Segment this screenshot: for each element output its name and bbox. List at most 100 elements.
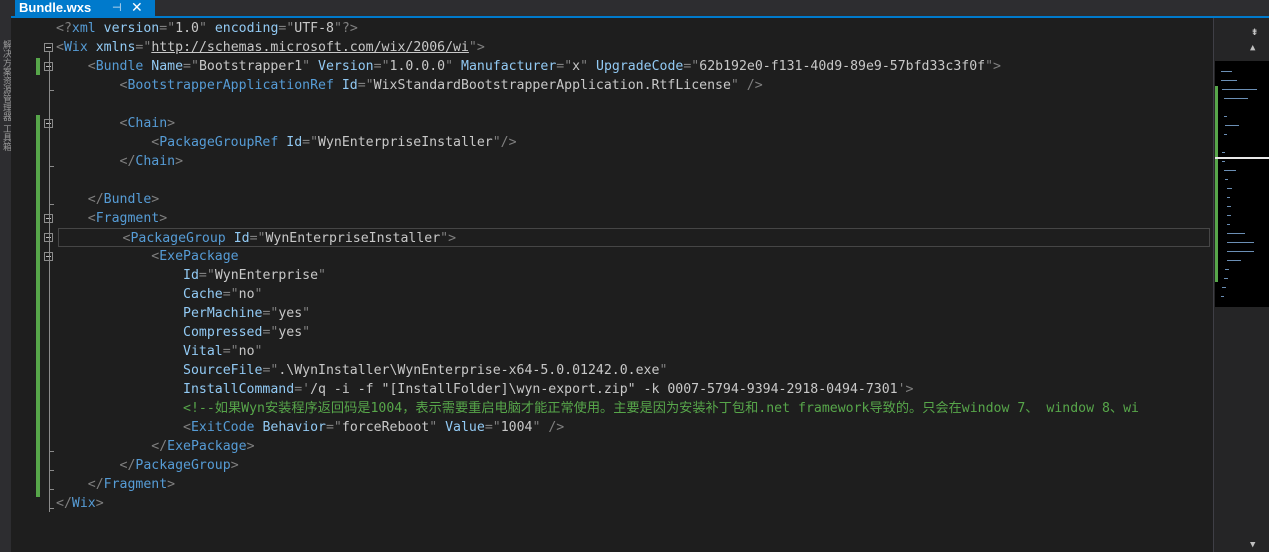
code-token: </ — [56, 192, 104, 207]
code-token: Bundle — [95, 59, 144, 74]
code-token: </ — [56, 154, 136, 169]
code-token: =" — [325, 420, 342, 435]
code-token: 1.0 — [175, 21, 199, 36]
code-line[interactable]: <ExitCode Behavior="forceReboot" Value="… — [56, 418, 564, 437]
code-token: Wix — [71, 496, 96, 511]
code-token: < — [56, 59, 96, 74]
minimap-line — [1226, 206, 1232, 207]
code-token: " — [302, 306, 311, 321]
code-line[interactable]: <ExePackage — [56, 247, 238, 266]
code-line[interactable]: <!--如果Wyn安装程序返回码是1004，表示需要重启电脑才能正常使用。主要是… — [56, 399, 1139, 418]
code-line[interactable]: </Wix> — [56, 494, 104, 513]
code-token: x — [572, 59, 581, 74]
fold-guide — [49, 52, 50, 512]
minimap-line — [1226, 233, 1245, 234]
code-token: < — [56, 249, 160, 264]
code-line[interactable]: </PackageGroup> — [56, 456, 239, 475]
code-token: > — [175, 154, 184, 169]
code-token: =" — [302, 135, 319, 150]
minimap-line — [1226, 215, 1232, 216]
close-icon[interactable]: ✕ — [131, 0, 143, 15]
code-line[interactable]: Id="WynEnterprise" — [56, 266, 326, 285]
code-token: " — [318, 268, 326, 283]
code-token: =" — [357, 78, 374, 93]
code-token: " — [254, 344, 263, 359]
code-token: =" — [135, 40, 152, 55]
code-line[interactable]: PerMachine="yes" — [56, 304, 310, 323]
code-line[interactable]: Vital="no" — [56, 342, 262, 361]
code-token: "/> — [492, 135, 517, 150]
code-token: < — [56, 78, 128, 93]
code-token: " /> — [532, 420, 565, 435]
code-line[interactable]: <Bundle Name="Bootstrapper1" Version="1.… — [56, 57, 1001, 76]
code-token: PackageGroup — [135, 458, 231, 473]
change-marker — [36, 115, 40, 497]
code-token: =" — [278, 21, 295, 36]
split-view-icon[interactable]: ⇟ — [1251, 24, 1258, 38]
code-line[interactable]: Cache="no" — [56, 285, 262, 304]
fold-toggle-icon[interactable] — [44, 43, 53, 52]
code-token: Wix — [63, 40, 88, 55]
tab-bundle-wxs[interactable]: Bundle.wxs ⊣ ✕ — [15, 0, 155, 16]
code-token: yes — [278, 306, 303, 321]
code-token: SourceFile — [56, 363, 263, 378]
code-token: "> — [440, 231, 457, 246]
code-line[interactable]: <Wix xmlns="http://schemas.microsoft.com… — [56, 38, 485, 57]
code-token: xmlns — [87, 40, 136, 55]
document-tab-bar: Bundle.wxs ⊣ ✕ — [11, 0, 1269, 18]
code-line[interactable]: InstallCommand='/q -i -f "[InstallFolder… — [56, 380, 913, 399]
code-line[interactable]: </Bundle> — [56, 190, 159, 209]
code-token: > — [167, 477, 176, 492]
code-line[interactable]: <Chain> — [56, 114, 176, 133]
code-token: "> — [468, 40, 485, 55]
code-line[interactable]: </ExePackage> — [56, 437, 254, 456]
code-token: =" — [262, 363, 279, 378]
code-line[interactable]: <Fragment> — [56, 209, 167, 228]
minimap-line — [1226, 224, 1230, 225]
code-token: > — [230, 458, 239, 473]
code-line[interactable]: </Chain> — [56, 152, 184, 171]
code-token: Fragment — [95, 211, 160, 226]
tab-title: Bundle.wxs — [19, 0, 92, 15]
minimap-line — [1221, 71, 1233, 72]
code-token: " — [445, 59, 454, 74]
pin-icon[interactable]: ⊣ — [112, 0, 122, 16]
minimap-change-marker — [1215, 86, 1218, 282]
minimap-line — [1222, 89, 1257, 90]
code-line[interactable]: Compressed="yes" — [56, 323, 310, 342]
code-token: Bundle — [103, 192, 152, 207]
minimap-line — [1222, 152, 1226, 153]
code-token: no — [238, 344, 255, 359]
code-minimap[interactable] — [1215, 61, 1269, 307]
code-token: UTF-8 — [294, 21, 334, 36]
code-token: PackageGroupRef — [159, 135, 279, 150]
code-token: Version — [310, 59, 374, 74]
side-panel-strip[interactable]: 解决方案资源管理器 工具箱 — [0, 0, 11, 552]
code-editor[interactable]: <?xml version="1.0" encoding="UTF-8"?> <W… — [11, 18, 1213, 552]
code-token: =" — [373, 59, 390, 74]
code-line[interactable]: <PackageGroup Id="WynEnterpriseInstaller… — [58, 228, 1210, 247]
code-line[interactable]: <BootstrapperApplicationRef Id="WixStand… — [56, 76, 763, 95]
fold-end-marker — [49, 166, 54, 167]
scroll-up-arrow-icon[interactable]: ▲ — [1250, 43, 1255, 53]
scroll-down-arrow-icon[interactable]: ▼ — [1250, 540, 1255, 550]
code-token: WixStandardBootstrapperApplication.RtfLi… — [373, 78, 731, 93]
code-token: " /> — [730, 78, 763, 93]
minimap-viewport-indicator[interactable] — [1215, 157, 1269, 159]
code-token: =" — [222, 344, 239, 359]
code-token: /q -i -f "[InstallFolder]\wyn-export.zip… — [310, 382, 898, 397]
code-token: =' — [294, 382, 311, 397]
minimap-line — [1223, 278, 1229, 279]
code-line[interactable]: SourceFile=".\WynInstaller\WynEnterprise… — [56, 361, 667, 380]
code-line[interactable]: </Fragment> — [56, 475, 175, 494]
code-token: =" — [183, 59, 199, 74]
code-token: " — [302, 325, 311, 340]
code-line[interactable]: <?xml version="1.0" encoding="UTF-8"?> — [56, 19, 358, 38]
side-panel-labels[interactable]: 解决方案资源管理器 工具箱 — [1, 40, 11, 170]
code-token: > — [95, 496, 104, 511]
code-line[interactable]: <PackageGroupRef Id="WynEnterpriseInstal… — [56, 133, 517, 152]
code-token: ExePackage — [167, 439, 247, 454]
code-token: Id — [278, 135, 303, 150]
code-token: Name — [143, 59, 184, 74]
code-token: Behavior — [254, 420, 326, 435]
